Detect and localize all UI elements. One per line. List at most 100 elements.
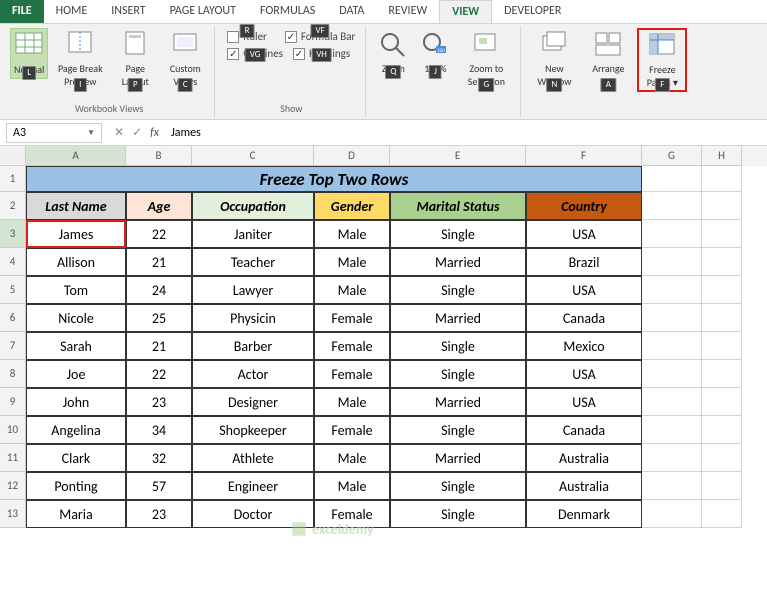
tab-developer[interactable]: DEVELOPER <box>492 0 573 23</box>
row-header-1[interactable]: 1 <box>0 166 26 192</box>
cell[interactable]: 21 <box>126 248 192 276</box>
cell[interactable]: Australia <box>526 472 642 500</box>
cell[interactable] <box>642 500 702 528</box>
cell[interactable]: Nicole <box>26 304 126 332</box>
row-header-7[interactable]: 7 <box>0 332 26 360</box>
cell[interactable]: 25 <box>126 304 192 332</box>
hdr-occupation[interactable]: Occupation <box>192 192 314 220</box>
freeze-panes-button[interactable]: Freeze Panes ▾ F <box>637 28 687 92</box>
cell[interactable] <box>702 444 742 472</box>
cell[interactable]: Male <box>314 276 390 304</box>
row-header-6[interactable]: 6 <box>0 304 26 332</box>
zoom-button[interactable]: Zoom Q <box>374 28 412 77</box>
cell[interactable] <box>642 332 702 360</box>
cell[interactable]: Single <box>390 332 526 360</box>
tab-home[interactable]: HOME <box>44 0 100 23</box>
cell[interactable] <box>642 472 702 500</box>
cell[interactable] <box>642 388 702 416</box>
cell[interactable] <box>642 444 702 472</box>
cell[interactable]: Married <box>390 444 526 472</box>
accept-formula-icon[interactable]: ✓ <box>132 125 142 140</box>
custom-views-button[interactable]: Custom Views C <box>162 28 208 90</box>
cell[interactable]: Engineer <box>192 472 314 500</box>
gridlines-checkbox[interactable]: GridlinesVG <box>227 47 283 60</box>
cell[interactable] <box>702 472 742 500</box>
cell[interactable]: Single <box>390 276 526 304</box>
cell[interactable] <box>642 248 702 276</box>
title-cell[interactable]: Freeze Top Two Rows <box>26 166 642 192</box>
cell[interactable]: Clark <box>26 444 126 472</box>
cell[interactable] <box>702 332 742 360</box>
headings-checkbox[interactable]: HeadingsVH <box>293 47 350 60</box>
hdr-marital-status[interactable]: Marital Status <box>390 192 526 220</box>
cell[interactable]: 32 <box>126 444 192 472</box>
page-layout-button[interactable]: Page Layout P <box>112 28 158 90</box>
cell[interactable]: Canada <box>526 304 642 332</box>
cell[interactable]: Female <box>314 416 390 444</box>
cell[interactable]: Female <box>314 500 390 528</box>
row-header-12[interactable]: 12 <box>0 472 26 500</box>
cell[interactable] <box>702 360 742 388</box>
row-header-5[interactable]: 5 <box>0 276 26 304</box>
tab-review[interactable]: REVIEW <box>376 0 439 23</box>
cell[interactable]: Australia <box>526 444 642 472</box>
cell[interactable]: Shopkeeper <box>192 416 314 444</box>
col-header-h[interactable]: H <box>702 146 742 166</box>
ruler-checkbox[interactable]: RulerR <box>227 30 267 43</box>
col-header-g[interactable]: G <box>642 146 702 166</box>
cell[interactable]: Male <box>314 248 390 276</box>
zoom-to-selection-button[interactable]: Zoom to Selection G <box>458 28 514 90</box>
row-header-9[interactable]: 9 <box>0 388 26 416</box>
cell[interactable]: USA <box>526 276 642 304</box>
cell[interactable]: 22 <box>126 220 192 248</box>
cell[interactable]: Joe <box>26 360 126 388</box>
row-header-13[interactable]: 13 <box>0 500 26 528</box>
cell[interactable] <box>642 360 702 388</box>
cell[interactable] <box>642 304 702 332</box>
hdr-country[interactable]: Country <box>526 192 642 220</box>
row-header-3[interactable]: 3 <box>0 220 26 248</box>
cell[interactable]: Sarah <box>26 332 126 360</box>
cell[interactable]: Athlete <box>192 444 314 472</box>
cell[interactable]: Male <box>314 388 390 416</box>
col-header-e[interactable]: E <box>390 146 526 166</box>
cell[interactable]: Brazil <box>526 248 642 276</box>
cell[interactable]: Married <box>390 248 526 276</box>
cell[interactable]: Allison <box>26 248 126 276</box>
col-header-b[interactable]: B <box>126 146 192 166</box>
cell[interactable]: 23 <box>126 388 192 416</box>
tab-formulas[interactable]: FORMULAS <box>248 0 327 23</box>
cell[interactable]: Female <box>314 332 390 360</box>
cell[interactable]: James <box>26 220 126 248</box>
fx-icon[interactable]: fx <box>150 126 159 140</box>
cell[interactable]: Mexico <box>526 332 642 360</box>
cell[interactable]: John <box>26 388 126 416</box>
page-break-preview-button[interactable]: Page Break Preview I <box>52 28 108 90</box>
cell[interactable]: Single <box>390 220 526 248</box>
col-header-a[interactable]: A <box>26 146 126 166</box>
cell[interactable]: Married <box>390 304 526 332</box>
cell[interactable]: 24 <box>126 276 192 304</box>
tab-insert[interactable]: INSERT <box>99 0 157 23</box>
col-header-c[interactable]: C <box>192 146 314 166</box>
cell[interactable]: Tom <box>26 276 126 304</box>
tab-page-layout[interactable]: PAGE LAYOUT <box>158 0 248 23</box>
cell[interactable] <box>642 416 702 444</box>
col-header-d[interactable]: D <box>314 146 390 166</box>
cell[interactable] <box>702 388 742 416</box>
cell[interactable]: USA <box>526 360 642 388</box>
cell[interactable]: 22 <box>126 360 192 388</box>
name-box[interactable]: A3 ▼ <box>6 123 102 143</box>
cell[interactable]: Canada <box>526 416 642 444</box>
hdr-last-name[interactable]: Last Name <box>26 192 126 220</box>
cell[interactable]: Doctor <box>192 500 314 528</box>
cell[interactable]: USA <box>526 388 642 416</box>
cell[interactable] <box>702 416 742 444</box>
cell[interactable]: Female <box>314 304 390 332</box>
tab-file[interactable]: FILE <box>0 0 44 23</box>
formula-bar-checkbox[interactable]: Formula BarVF <box>285 30 355 43</box>
cell[interactable]: Single <box>390 472 526 500</box>
cancel-formula-icon[interactable]: ✕ <box>114 125 124 140</box>
row-header-11[interactable]: 11 <box>0 444 26 472</box>
cell[interactable]: Married <box>390 388 526 416</box>
